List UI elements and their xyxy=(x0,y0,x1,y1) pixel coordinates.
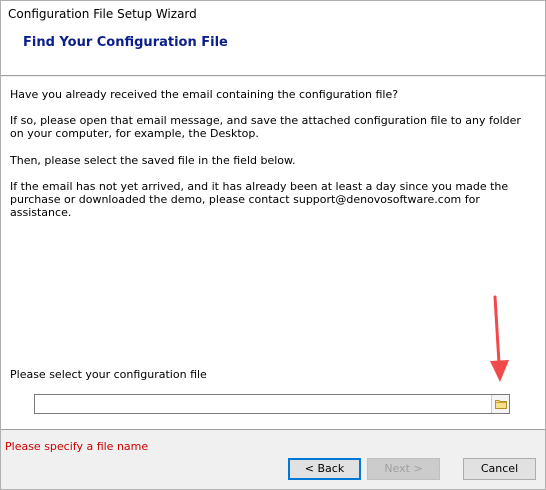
browse-button[interactable] xyxy=(491,395,509,413)
cancel-button[interactable]: Cancel xyxy=(463,458,536,480)
config-file-field xyxy=(34,394,510,414)
save-instructions-text: If so, please open that email message, a… xyxy=(10,114,521,140)
wizard-footer: Please specify a file name < Back Next >… xyxy=(1,430,545,489)
wizard-header: Find Your Configuration File xyxy=(1,27,545,76)
folder-icon xyxy=(495,400,507,409)
next-button: Next > xyxy=(367,458,440,480)
wizard-content: Have you already received the email cont… xyxy=(1,77,545,430)
file-select-label: Please select your configuration file xyxy=(10,368,207,381)
wizard-window: Configuration File Setup Wizard Find You… xyxy=(0,0,546,490)
config-file-input[interactable] xyxy=(35,395,491,413)
support-contact-text: If the email has not yet arrived, and it… xyxy=(10,180,509,219)
back-button[interactable]: < Back xyxy=(288,458,361,480)
error-message: Please specify a file name xyxy=(5,440,149,453)
title-bar: Configuration File Setup Wizard xyxy=(1,1,545,27)
select-instructions-text: Then, please select the saved file in th… xyxy=(10,154,296,167)
question-text: Have you already received the email cont… xyxy=(10,88,399,101)
page-title: Find Your Configuration File xyxy=(23,35,228,50)
window-title: Configuration File Setup Wizard xyxy=(8,7,197,21)
